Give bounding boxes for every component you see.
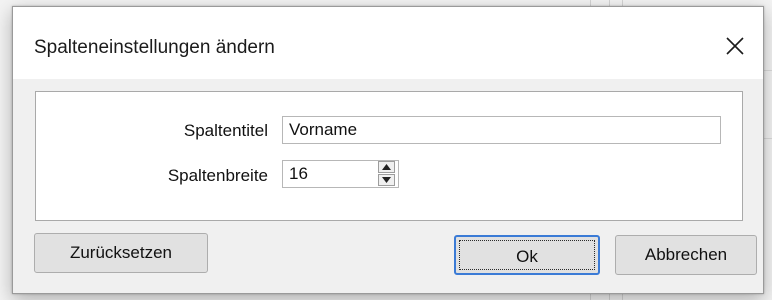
column-settings-dialog: Spalteneinstellungen ändern Spaltentitel… <box>12 6 764 294</box>
title-bar: Spalteneinstellungen ändern <box>13 7 763 79</box>
dialog-title: Spalteneinstellungen ändern <box>34 37 275 58</box>
column-title-input[interactable] <box>282 116 721 144</box>
spin-up-button[interactable] <box>378 161 395 173</box>
column-width-input[interactable] <box>283 161 373 187</box>
arrow-down-icon <box>382 177 391 183</box>
ok-button[interactable]: Ok <box>454 235 600 275</box>
close-icon <box>726 37 744 55</box>
arrow-up-icon <box>382 164 391 170</box>
reset-button[interactable]: Zurücksetzen <box>34 233 208 273</box>
column-width-stepper <box>282 160 399 188</box>
cancel-button[interactable]: Abbrechen <box>615 235 757 275</box>
column-title-label: Spaltentitel <box>183 121 268 140</box>
spin-down-button[interactable] <box>378 174 395 186</box>
ok-button-label: Ok <box>516 247 538 266</box>
column-width-label: Spaltenbreite <box>167 166 268 185</box>
settings-panel: Spaltentitel Spaltenbreite <box>35 91 743 221</box>
close-button[interactable] <box>707 21 763 71</box>
